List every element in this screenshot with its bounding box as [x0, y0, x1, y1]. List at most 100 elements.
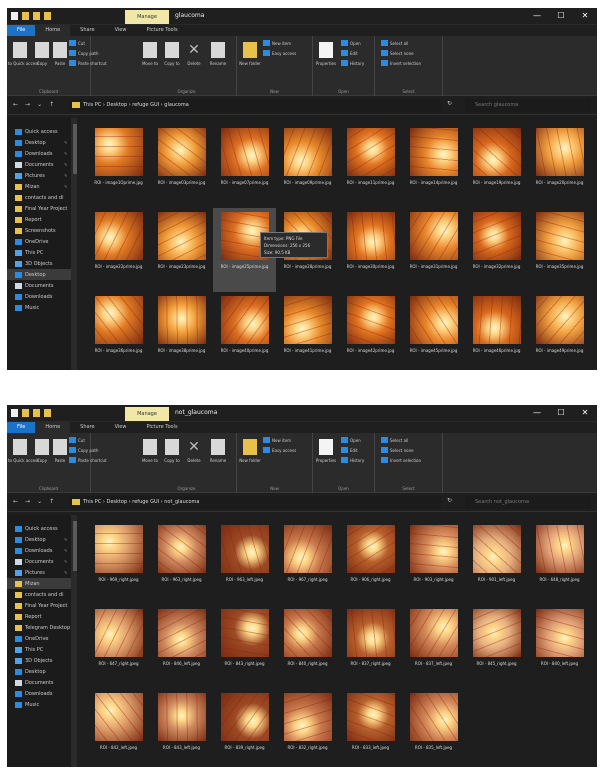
- file-item[interactable]: ROI - image03prime.jpg: [150, 124, 213, 208]
- manage-context-tab[interactable]: Manage: [125, 10, 169, 24]
- file-item[interactable]: ROI - 835_left.jpeg: [402, 689, 465, 767]
- select-none-button[interactable]: Select none: [381, 50, 414, 56]
- file-item[interactable]: ROI - 969_right.jpeg: [87, 521, 150, 605]
- file-item[interactable]: ROI - 963_right.jpeg: [150, 521, 213, 605]
- nav-item-pictures[interactable]: Pictures ✎: [7, 567, 71, 578]
- nav-item-desktop[interactable]: Desktop: [7, 269, 72, 280]
- nav-item-final-year-project[interactable]: Final Year Project: [7, 203, 71, 214]
- file-item[interactable]: ROI - image19prime.jpg: [465, 124, 528, 208]
- nav-item-music[interactable]: Music: [7, 302, 71, 313]
- quick-access-icon[interactable]: [44, 12, 51, 20]
- file-item[interactable]: ROI - image31prime.jpg: [402, 208, 465, 292]
- file-item[interactable]: ROI - 963_left.jpeg: [213, 521, 276, 605]
- edit-button[interactable]: Edit: [341, 50, 358, 56]
- tab-view[interactable]: View: [105, 422, 137, 433]
- tab-home[interactable]: Home: [35, 422, 71, 433]
- file-item[interactable]: ROI - image41prime.jpg: [276, 292, 339, 370]
- refresh-button[interactable]: ↻: [447, 100, 452, 107]
- file-item[interactable]: ROI - image30prime.jpg: [339, 208, 402, 292]
- nav-item-final-year-project[interactable]: Final Year Project: [7, 600, 71, 611]
- up-button[interactable]: ↑: [49, 101, 54, 108]
- new-folder-button[interactable]: New folder: [239, 437, 261, 463]
- rename-button[interactable]: Rename: [207, 40, 229, 66]
- file-item[interactable]: ROI - image32prime.jpg: [465, 208, 528, 292]
- edit-button[interactable]: Edit: [341, 447, 358, 453]
- move-to-button[interactable]: Move to: [139, 40, 161, 66]
- nav-item-3d-objects[interactable]: 3D Objects: [7, 258, 71, 269]
- nav-item-downloads[interactable]: Downloads ✎: [7, 148, 71, 159]
- copy-path-button[interactable]: Copy path: [69, 447, 99, 453]
- properties-button[interactable]: Properties: [315, 40, 337, 66]
- maximize-button[interactable]: ☐: [549, 405, 573, 421]
- file-item[interactable]: ROI - 901_left.jpeg: [465, 521, 528, 605]
- nav-item-report[interactable]: Report: [7, 611, 71, 622]
- file-item[interactable]: ROI - 840_left.jpeg: [528, 605, 591, 689]
- file-item[interactable]: ROI - image46prime.jpg: [465, 292, 528, 370]
- file-item[interactable]: ROI - image1Oprime.jpg: [87, 124, 150, 208]
- paste-shortcut-button[interactable]: Paste shortcut: [69, 457, 107, 463]
- delete-button[interactable]: ✕ Delete: [183, 40, 205, 66]
- nav-item-mizan[interactable]: Mizan: [7, 578, 72, 589]
- file-item[interactable]: ROI - image22prime.jpg: [87, 208, 150, 292]
- forward-button[interactable]: →: [25, 498, 30, 505]
- nav-item-quick-access[interactable]: Quick access: [7, 126, 71, 137]
- file-item[interactable]: ROI - image40prime.jpg: [213, 292, 276, 370]
- nav-item-downloads[interactable]: Downloads ✎: [7, 545, 71, 556]
- file-item[interactable]: ROI - image07prime.jpg: [213, 124, 276, 208]
- search-input[interactable]: Search glaucoma: [465, 99, 591, 112]
- file-item[interactable]: ROI - 843_right.jpeg: [213, 605, 276, 689]
- file-item[interactable]: ROI - image09prime.jpg: [276, 124, 339, 208]
- file-item[interactable]: ROI - 843_left.jpeg: [150, 689, 213, 767]
- invert-selection-button[interactable]: Invert selection: [381, 60, 421, 66]
- close-button[interactable]: ✕: [573, 405, 597, 421]
- recent-dropdown[interactable]: ⌄: [37, 101, 42, 108]
- paste-shortcut-button[interactable]: Paste shortcut: [69, 60, 107, 66]
- file-item[interactable]: ROI - 842_left.jpeg: [87, 689, 150, 767]
- nav-item-documents[interactable]: Documents: [7, 677, 71, 688]
- quick-access-icon[interactable]: [33, 409, 40, 417]
- minimize-button[interactable]: —: [525, 405, 549, 421]
- back-button[interactable]: ←: [13, 101, 18, 108]
- easy-access-button[interactable]: Easy access: [263, 50, 296, 56]
- file-item[interactable]: ROI - 840_right.jpeg: [276, 605, 339, 689]
- nav-scrollbar[interactable]: [72, 515, 78, 767]
- up-button[interactable]: ↑: [49, 498, 54, 505]
- nav-item-desktop[interactable]: Desktop ✎: [7, 137, 71, 148]
- history-button[interactable]: History: [341, 60, 364, 66]
- nav-scrollbar[interactable]: [72, 118, 78, 370]
- manage-context-tab[interactable]: Manage: [125, 407, 169, 421]
- nav-item-downloads[interactable]: Downloads: [7, 688, 71, 699]
- tab-view[interactable]: View: [105, 25, 137, 36]
- properties-button[interactable]: Properties: [315, 437, 337, 463]
- file-item[interactable]: ROI - image20prime.jpg: [528, 124, 591, 208]
- nav-item-3d-objects[interactable]: 3D Objects: [7, 655, 71, 666]
- nav-item-contacts-and-di[interactable]: contacts and di: [7, 589, 71, 600]
- nav-item-downloads[interactable]: Downloads: [7, 291, 71, 302]
- select-none-button[interactable]: Select none: [381, 447, 414, 453]
- history-button[interactable]: History: [341, 457, 364, 463]
- address-path[interactable]: This PC › Desktop › refuge GUI › not_gla…: [69, 496, 441, 509]
- select-all-button[interactable]: Select all: [381, 40, 408, 46]
- pin-quick-access-button[interactable]: Pin to Quick access: [7, 40, 39, 66]
- tab-picture-tools[interactable]: Picture Tools: [136, 25, 187, 36]
- tab-picture-tools[interactable]: Picture Tools: [136, 422, 187, 433]
- file-item[interactable]: ROI - 846_left.jpeg: [150, 605, 213, 689]
- quick-access-icon[interactable]: [33, 12, 40, 20]
- cut-button[interactable]: Cut: [69, 437, 85, 443]
- file-item[interactable]: ROI - 845_right.jpeg: [465, 605, 528, 689]
- file-item[interactable]: ROI - image14prime.jpg: [402, 124, 465, 208]
- nav-item-desktop[interactable]: Desktop ✎: [7, 534, 71, 545]
- file-item[interactable]: ROI - 967_right.jpeg: [276, 521, 339, 605]
- copy-path-button[interactable]: Copy path: [69, 50, 99, 56]
- refresh-button[interactable]: ↻: [447, 497, 452, 504]
- copy-to-button[interactable]: Copy to: [161, 40, 183, 66]
- easy-access-button[interactable]: Easy access: [263, 447, 296, 453]
- file-item[interactable]: ROI - image45prime.jpg: [402, 292, 465, 370]
- copy-to-button[interactable]: Copy to: [161, 437, 183, 463]
- forward-button[interactable]: →: [25, 101, 30, 108]
- rename-button[interactable]: Rename: [207, 437, 229, 463]
- maximize-button[interactable]: ☐: [549, 8, 573, 24]
- tab-share[interactable]: Share: [70, 25, 104, 36]
- tab-share[interactable]: Share: [70, 422, 104, 433]
- new-folder-button[interactable]: New folder: [239, 40, 261, 66]
